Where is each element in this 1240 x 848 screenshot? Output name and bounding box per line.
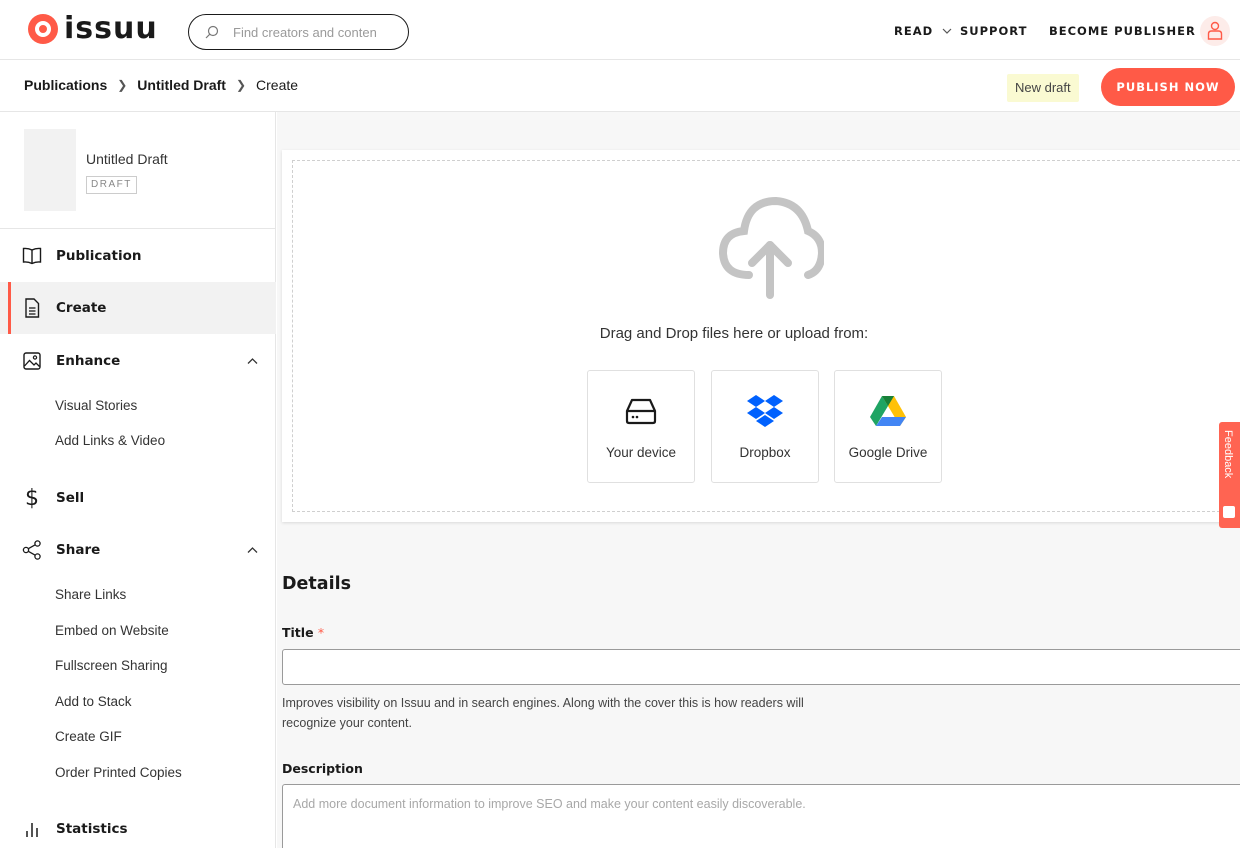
sidebar-item-label: Enhance (56, 353, 121, 369)
sidebar-subitem-order-printed-copies[interactable]: Order Printed Copies (55, 765, 182, 780)
title-help-text: Improves visibility on Issuu and in sear… (282, 696, 804, 730)
upload-google-drive-button[interactable]: Google Drive (834, 370, 942, 483)
search-input[interactable] (233, 24, 383, 40)
main-content: Drag and Drop files here or upload from:… (277, 112, 1240, 848)
sidebar-item-label: Sell (56, 490, 85, 506)
search-icon (205, 25, 219, 39)
dropbox-icon (712, 391, 818, 431)
nav-become-publisher[interactable]: BECOME PUBLISHER (1049, 24, 1196, 38)
bar-chart-icon (22, 819, 42, 839)
draft-thumbnail (24, 129, 76, 211)
nav-support[interactable]: SUPPORT (960, 24, 1027, 38)
share-icon (22, 540, 42, 560)
sidebar-item-label: Statistics (56, 821, 128, 837)
dropzone[interactable]: Drag and Drop files here or upload from:… (292, 160, 1240, 512)
cloud-upload-icon (718, 196, 824, 299)
sidebar-item-statistics[interactable]: Statistics (0, 803, 276, 848)
sidebar-item-sell[interactable]: $ Sell (0, 472, 276, 524)
feedback-tab[interactable]: Feedback (1219, 422, 1240, 528)
upload-your-device-button[interactable]: Your device (587, 370, 695, 483)
hard-drive-icon (588, 391, 694, 431)
source-label: Google Drive (848, 445, 928, 460)
search-box[interactable] (188, 14, 409, 50)
feedback-icon (1223, 506, 1235, 518)
draft-card[interactable]: Untitled Draft DRAFT (0, 112, 276, 229)
sidebar-item-label: Share (56, 542, 101, 558)
avatar[interactable] (1200, 16, 1230, 46)
sidebar: Untitled Draft DRAFT Publication Create … (0, 112, 276, 848)
sidebar-subitem-share-links[interactable]: Share Links (55, 587, 126, 602)
document-icon (22, 298, 42, 318)
chevron-right-icon: ❯ (117, 78, 128, 92)
status-badge: New draft (1007, 74, 1079, 102)
publish-now-button[interactable]: PUBLISH NOW (1101, 68, 1235, 106)
feedback-label: Feedback (1222, 430, 1234, 479)
sidebar-item-share[interactable]: Share (0, 524, 276, 576)
title-label: Title * (282, 625, 324, 640)
sidebar-item-create[interactable]: Create (0, 282, 276, 334)
breadcrumb-untitled-draft[interactable]: Untitled Draft (137, 77, 226, 93)
chevron-up-icon[interactable] (247, 547, 258, 554)
sidebar-subitem-add-to-stack[interactable]: Add to Stack (55, 694, 132, 709)
title-field[interactable] (282, 649, 1240, 685)
required-mark: * (317, 625, 325, 640)
sidebar-subitem-add-links-video[interactable]: Add Links & Video (55, 433, 165, 448)
dollar-icon: $ (25, 485, 39, 511)
upload-card: Drag and Drop files here or upload from:… (282, 150, 1240, 522)
breadcrumb: Publications ❯ Untitled Draft ❯ Create (24, 77, 298, 93)
sidebar-subitem-fullscreen-sharing[interactable]: Fullscreen Sharing (55, 658, 168, 673)
sidebar-subitem-visual-stories[interactable]: Visual Stories (55, 398, 137, 413)
sidebar-subitem-create-gif[interactable]: Create GIF (55, 729, 122, 744)
chevron-down-icon (942, 28, 952, 34)
google-drive-icon (835, 391, 941, 431)
logo-text: issuu (64, 11, 158, 46)
drop-instructions: Drag and Drop files here or upload from: (599, 325, 869, 342)
nav-read[interactable]: READ (894, 24, 952, 38)
details-heading: Details (282, 574, 351, 594)
sidebar-item-enhance[interactable]: Enhance (0, 335, 276, 387)
source-label: Dropbox (739, 445, 791, 460)
nav-read-label: READ (894, 24, 934, 38)
breadcrumb-create: Create (256, 77, 299, 93)
draft-title: Untitled Draft (86, 151, 168, 167)
sidebar-item-label: Publication (56, 248, 142, 264)
upload-dropbox-button[interactable]: Dropbox (711, 370, 819, 483)
book-open-icon (22, 246, 42, 266)
source-label: Your device (605, 445, 677, 460)
logo-mark-icon (28, 14, 58, 44)
sidebar-item-label: Create (56, 300, 107, 316)
chevron-right-icon: ❯ (235, 78, 247, 92)
sidebar-item-publication[interactable]: Publication (0, 230, 276, 282)
description-label: Description (282, 761, 363, 776)
description-field[interactable] (282, 784, 1240, 848)
sidebar-subitem-embed-on-website[interactable]: Embed on Website (55, 623, 169, 638)
breadcrumb-publications[interactable]: Publications (24, 77, 107, 93)
user-icon (1207, 21, 1223, 40)
top-bar: issuu READ SUPPORT BECOME PUBLISHER (0, 0, 1240, 60)
issuu-logo[interactable]: issuu (28, 14, 158, 44)
image-icon (22, 351, 42, 371)
chevron-up-icon[interactable] (247, 358, 258, 365)
draft-badge: DRAFT (86, 176, 137, 194)
title-label-text: Title (282, 625, 314, 640)
